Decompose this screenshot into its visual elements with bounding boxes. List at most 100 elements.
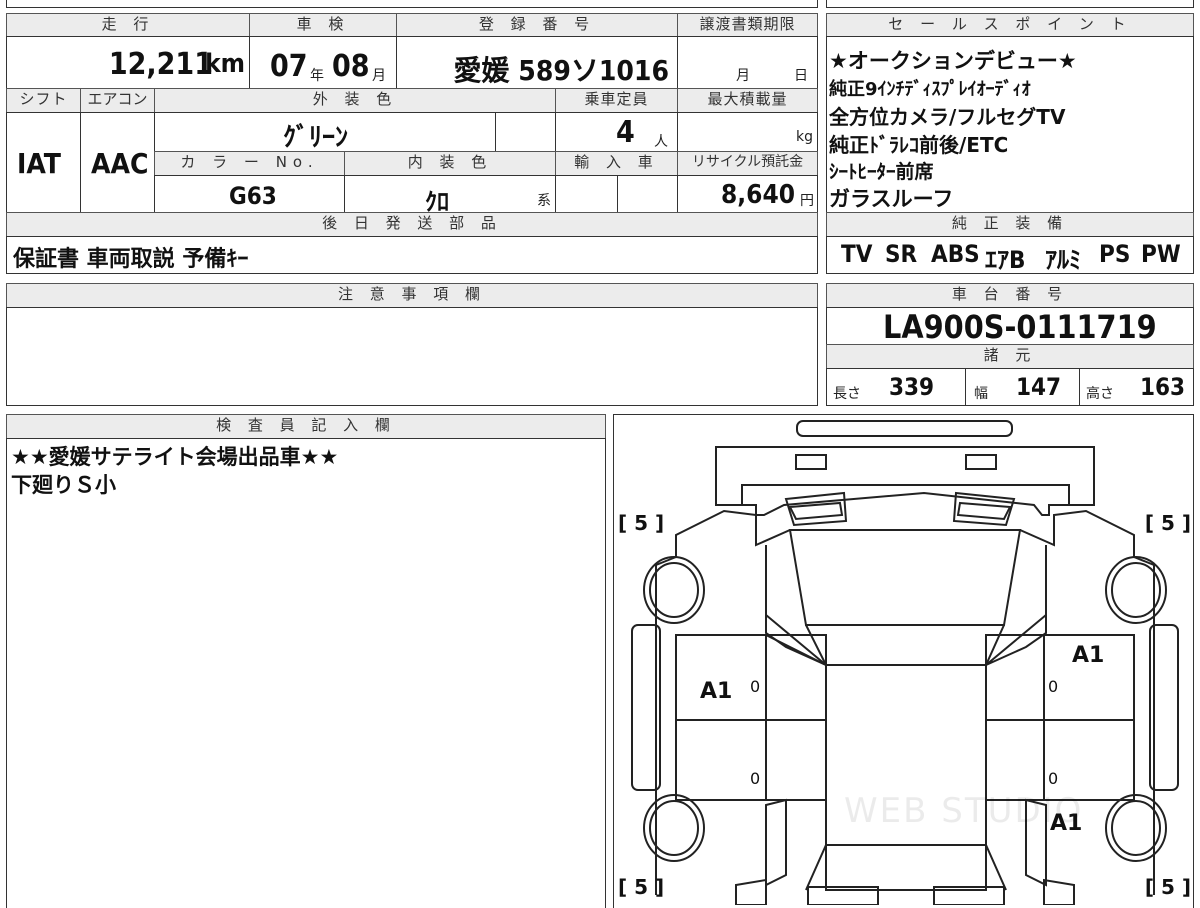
spec-length-value: 339 <box>889 373 935 401</box>
inspection-cell: 07 年 08 月 <box>249 36 397 89</box>
right-rear-door <box>1043 719 1135 801</box>
spec-length-label: 長さ <box>833 386 861 402</box>
right-rear-window <box>985 719 1045 801</box>
tire-front-left-grade: [ 5 ] <box>618 511 665 535</box>
spec-width-value: 147 <box>1016 373 1062 401</box>
inspector-line: 下廻りＳ小 <box>11 473 116 497</box>
rear-window <box>805 844 1007 891</box>
spec-width-label: 幅 <box>974 386 988 402</box>
equipment-alloy: ｱﾙﾐ <box>1045 246 1081 274</box>
registration-header: 登 録 番 号 <box>396 13 678 37</box>
notes-cell <box>6 307 818 406</box>
registration-cell: 愛媛 589ソ1016 <box>396 36 678 89</box>
front-light-right <box>965 454 997 470</box>
a-pillar-right <box>985 612 1047 666</box>
max-load-header: 最大積載量 <box>677 88 818 113</box>
transfer-deadline-header: 譲渡書類期限 <box>677 13 818 37</box>
max-load-cell: kg <box>677 112 818 152</box>
later-parts-header: 後 日 発 送 部 品 <box>6 212 818 237</box>
color-no-cell: G63 <box>154 175 345 213</box>
capacity-cell: 4 人 <box>555 112 678 152</box>
front-panel <box>715 446 1095 506</box>
front-bumper-bar <box>796 420 1013 437</box>
mileage-header: 走 行 <box>6 13 250 37</box>
wheel-rear-left-inner <box>649 800 699 856</box>
recycle-value: 8,640 <box>721 180 795 210</box>
zero-mark: 0 <box>1048 677 1059 696</box>
sales-points-header: セ ー ル ス ポ イ ン ト <box>826 13 1194 37</box>
equipment-sr: SR <box>885 240 918 268</box>
inspection-year: 07 <box>270 49 308 84</box>
top-right-edge <box>826 0 1194 8</box>
mileage-value: 12,211 <box>108 47 213 82</box>
transfer-deadline-cell: 月 日 <box>677 36 818 89</box>
exterior-color-extra <box>495 112 556 152</box>
exterior-color-header: 外 装 色 <box>154 88 556 113</box>
mileage-cell: 12,211 km <box>6 36 250 89</box>
sales-point-line: 純正9ｲﾝﾁﾃﾞｨｽﾌﾟﾚｲｵｰﾃﾞｨｵ <box>829 79 1031 100</box>
exterior-color-cell: ｸﾞﾘｰﾝ <box>154 112 496 153</box>
zero-mark: 0 <box>750 769 761 788</box>
front-light-left <box>795 454 827 470</box>
import-cell-a <box>555 175 618 213</box>
wheel-rear-right-inner <box>1111 800 1161 856</box>
capacity-value: 4 <box>616 115 635 150</box>
aircon-header: エアコン <box>80 88 155 113</box>
recycle-cell: 8,640 円 <box>677 175 818 213</box>
equipment-pw: PW <box>1141 240 1181 268</box>
equipment-ps: PS <box>1099 240 1131 268</box>
sales-point-line: ★オークションデビュー★ <box>829 49 1077 73</box>
shift-value: IAT <box>17 147 61 180</box>
headlight-right-inner <box>956 501 1012 521</box>
spec-height-value: 163 <box>1140 373 1186 401</box>
spec-height-cell: 高さ 163 <box>1079 368 1194 406</box>
body-upper-outline <box>675 509 1155 895</box>
max-load-unit: kg <box>796 129 813 145</box>
wheel-front-right-inner <box>1111 562 1161 618</box>
specs-header: 諸 元 <box>826 344 1194 369</box>
rear-light-left <box>735 878 767 905</box>
capacity-header: 乗車定員 <box>555 88 678 113</box>
tire-rear-right-grade: [ 5 ] <box>1144 875 1191 899</box>
sales-point-line: ガラスルーフ <box>829 187 954 211</box>
rear-light-right <box>1043 878 1075 905</box>
sales-point-line: ｼｰﾄﾋｰﾀｰ前席 <box>829 161 934 183</box>
inspector-header: 検 査 員 記 入 欄 <box>6 414 606 439</box>
car-diagram <box>631 420 1179 905</box>
car-diagram-frame: [ 5 ] [ 5 ] [ 5 ] [ 5 ] A1 A1 A1 0 0 0 0… <box>613 414 1194 908</box>
chassis-header: 車 台 番 号 <box>826 283 1194 308</box>
spec-width-cell: 幅 147 <box>965 368 1080 406</box>
spec-height-label: 高さ <box>1086 386 1114 402</box>
headlight-left <box>784 491 848 527</box>
wheel-front-right <box>1105 556 1167 624</box>
wheel-rear-right <box>1105 794 1167 862</box>
tire-front-right-grade: [ 5 ] <box>1144 511 1191 535</box>
wheel-rear-left <box>643 794 705 862</box>
transfer-month: 月 <box>736 68 750 84</box>
roof-front <box>805 624 1005 666</box>
a-pillar-lines <box>765 545 1047 615</box>
wheel-front-left <box>643 556 705 624</box>
top-edge <box>6 0 818 8</box>
sales-points-cell: ★オークションデビュー★ 純正9ｲﾝﾁﾃﾞｨｽﾌﾟﾚｲｵｰﾃﾞｨｵ 全方位カメラ… <box>826 36 1194 213</box>
wheel-front-left-inner <box>649 562 699 618</box>
headlight-left-inner <box>788 501 844 521</box>
inspection-year-unit: 年 <box>310 68 324 84</box>
shift-header: シフト <box>6 88 81 113</box>
inspector-line: ★★愛媛サテライト会場出品車★★ <box>11 445 339 469</box>
capacity-unit: 人 <box>654 134 668 150</box>
interior-color-header: 内 装 色 <box>344 151 556 176</box>
spec-length-cell: 長さ 339 <box>826 368 966 406</box>
sales-point-line: 純正ﾄﾞﾗﾚｺ前後/ETC <box>829 133 1009 157</box>
aircon-value: AAC <box>91 147 149 180</box>
notes-header: 注 意 事 項 欄 <box>6 283 818 308</box>
import-cell-b <box>617 175 678 213</box>
equipment-abs: ABS <box>931 240 980 268</box>
equipment-airbag: ｴｱB <box>985 246 1026 274</box>
interior-color-cell: ｸﾛ 系 <box>344 175 556 216</box>
chassis-cell: LA900S-0111719 <box>826 307 1194 346</box>
rear-pillar-left <box>765 798 787 887</box>
tire-rear-left-grade: [ 5 ] <box>618 875 665 899</box>
later-parts-value: 保証書 車両取説 予備ｷｰ <box>13 247 249 272</box>
roof <box>825 665 987 891</box>
